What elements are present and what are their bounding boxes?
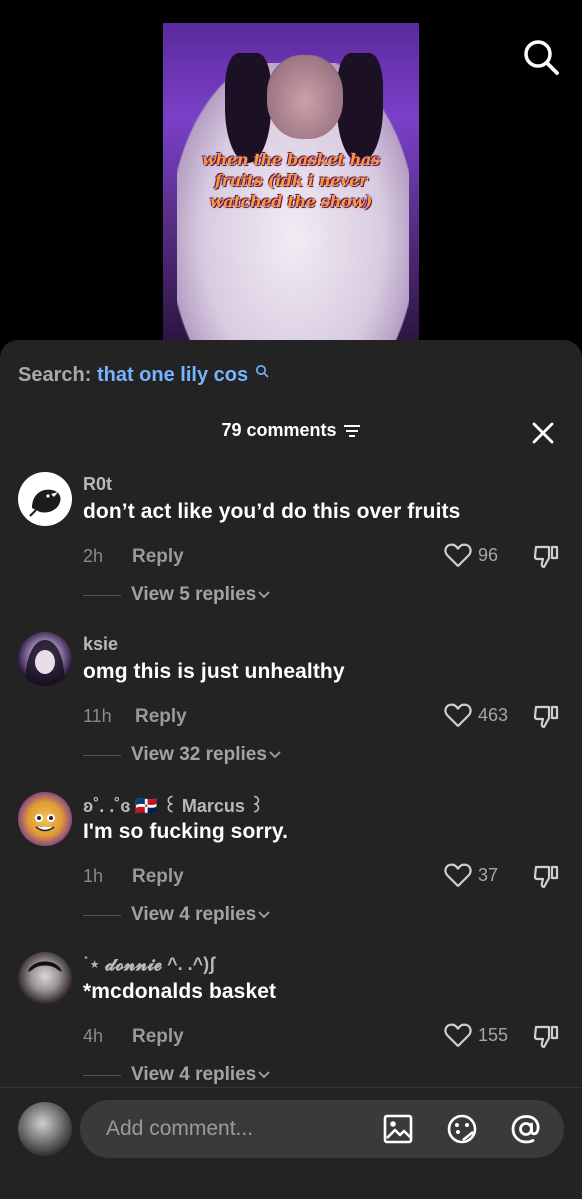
search-icon[interactable] bbox=[520, 36, 562, 78]
filter-icon[interactable] bbox=[343, 423, 361, 439]
reply-button[interactable]: Reply bbox=[132, 546, 184, 568]
view-replies-button[interactable]: View 4 replies bbox=[83, 1064, 270, 1086]
view-replies-label: View 32 replies bbox=[131, 744, 267, 765]
video-caption: when the basket has fruits (idk i never … bbox=[163, 149, 419, 212]
view-replies-label: View 4 replies bbox=[131, 904, 257, 925]
like-button[interactable]: 96 bbox=[444, 542, 498, 568]
comments-header: 79 comments bbox=[0, 420, 582, 450]
reply-button[interactable]: Reply bbox=[132, 866, 184, 888]
emoji-icon[interactable] bbox=[446, 1113, 478, 1145]
close-icon[interactable] bbox=[530, 420, 556, 446]
divider bbox=[83, 754, 121, 756]
avatar-art bbox=[25, 640, 65, 686]
caption-line: fruits (idk i never bbox=[214, 171, 368, 190]
comment-text: *mcdonalds basket bbox=[83, 980, 277, 1003]
caption-line: watched the show) bbox=[209, 192, 373, 211]
heart-icon bbox=[444, 703, 472, 728]
comment-username[interactable]: ˙⋆ 𝓭𝓸𝓷𝓷𝓲𝓮 ^. .^)ʃ bbox=[83, 954, 215, 975]
divider bbox=[83, 594, 121, 596]
like-count: 155 bbox=[478, 1024, 509, 1045]
comment-count: 79 comments bbox=[221, 420, 337, 440]
like-button[interactable]: 37 bbox=[444, 862, 498, 888]
comment-text: don’t act like you’d do this over fruits bbox=[83, 500, 461, 523]
comment-text: omg this is just unhealthy bbox=[83, 660, 345, 683]
caption-line: when the basket has bbox=[202, 150, 380, 169]
like-button[interactable]: 155 bbox=[444, 1022, 508, 1048]
view-replies-label: View 4 replies bbox=[131, 1064, 257, 1085]
divider bbox=[83, 914, 121, 916]
comment-input[interactable] bbox=[106, 1100, 376, 1158]
heart-icon bbox=[444, 863, 472, 888]
comment-username[interactable]: ksie bbox=[83, 634, 118, 655]
hair-left bbox=[225, 53, 271, 163]
view-replies-button[interactable]: View 5 replies bbox=[83, 584, 270, 606]
chevron-down-icon bbox=[269, 751, 281, 759]
comment-text: I'm so fucking sorry. bbox=[83, 820, 289, 843]
search-icon bbox=[255, 365, 268, 378]
hair-right bbox=[337, 53, 383, 163]
search-label: Search: bbox=[18, 364, 92, 386]
dislike-icon[interactable] bbox=[532, 1022, 560, 1050]
heart-icon bbox=[444, 1023, 472, 1048]
like-button[interactable]: 463 bbox=[444, 702, 508, 728]
comment-time: 4h bbox=[83, 1026, 104, 1046]
chevron-down-icon bbox=[258, 1071, 270, 1079]
head bbox=[267, 55, 343, 139]
avatar[interactable] bbox=[18, 952, 72, 1006]
like-count: 37 bbox=[478, 864, 499, 885]
view-replies-label: View 5 replies bbox=[131, 584, 257, 605]
reply-button[interactable]: Reply bbox=[135, 706, 187, 728]
heart-icon bbox=[444, 543, 472, 568]
comment-item: ksie omg this is just unhealthy 11h Repl… bbox=[0, 632, 582, 792]
search-query-link[interactable]: that one lily cos bbox=[97, 364, 248, 386]
dislike-icon[interactable] bbox=[532, 862, 560, 890]
view-replies-button[interactable]: View 4 replies bbox=[83, 904, 270, 926]
comment-username[interactable]: R0t bbox=[83, 474, 112, 495]
comment-username[interactable]: ʚ˚. .˚ɞ 🇩🇴 ꒰ Marcus ꒱ bbox=[83, 794, 264, 817]
comment-time: 2h bbox=[83, 546, 104, 566]
reply-button[interactable]: Reply bbox=[132, 1026, 184, 1048]
avatar[interactable] bbox=[18, 792, 72, 846]
like-count: 96 bbox=[478, 544, 499, 565]
current-user-avatar[interactable] bbox=[18, 1102, 72, 1156]
bird-icon bbox=[29, 489, 61, 517]
avatar-art bbox=[28, 961, 62, 972]
comment-time: 1h bbox=[83, 866, 104, 886]
avatar[interactable] bbox=[18, 632, 72, 686]
video-player[interactable]: when the basket has fruits (idk i never … bbox=[163, 23, 419, 343]
comment-composer bbox=[0, 1087, 582, 1199]
comment-time: 11h bbox=[83, 706, 112, 726]
avatar[interactable] bbox=[18, 472, 72, 526]
image-icon[interactable] bbox=[382, 1113, 414, 1145]
like-count: 463 bbox=[478, 704, 509, 725]
comment-item: ʚ˚. .˚ɞ 🇩🇴 ꒰ Marcus ꒱ I'm so fucking sor… bbox=[0, 792, 582, 952]
avatar-art bbox=[35, 814, 55, 832]
dislike-icon[interactable] bbox=[532, 542, 560, 570]
search-suggestion[interactable]: Search: that one lily cos bbox=[18, 364, 269, 387]
comment-input-container[interactable] bbox=[80, 1100, 564, 1158]
view-replies-button[interactable]: View 32 replies bbox=[83, 744, 281, 766]
dislike-icon[interactable] bbox=[532, 702, 560, 730]
mention-icon[interactable] bbox=[510, 1113, 542, 1145]
comment-item: R0t don’t act like you’d do this over fr… bbox=[0, 472, 582, 632]
divider bbox=[83, 1074, 121, 1076]
comments-sheet: Search: that one lily cos 79 comments R0… bbox=[0, 340, 582, 1199]
chevron-down-icon bbox=[258, 911, 270, 919]
chevron-down-icon bbox=[258, 591, 270, 599]
